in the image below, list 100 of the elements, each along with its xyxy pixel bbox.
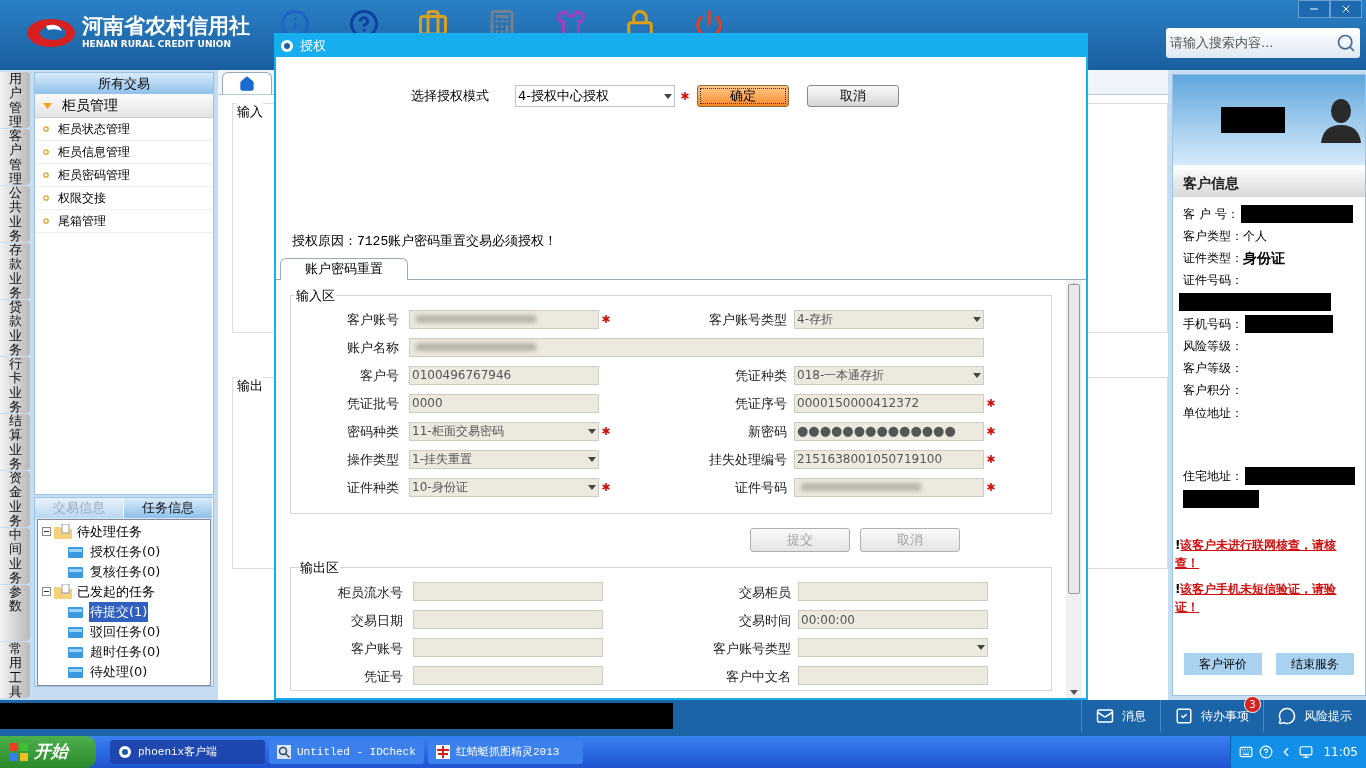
info-label: 客户类型： bbox=[1183, 228, 1243, 245]
nav-tab[interactable]: 行卡业务 bbox=[0, 357, 30, 413]
nav-tab[interactable]: 公共业务 bbox=[0, 186, 30, 242]
select-field[interactable]: 1-挂失重置 bbox=[409, 449, 599, 469]
tree-item[interactable]: 待处理任务 bbox=[77, 522, 142, 542]
close-icon bbox=[1340, 3, 1352, 15]
section-title: 输入区 bbox=[295, 286, 336, 305]
field-label: 操作类型 bbox=[347, 452, 399, 467]
form-tab[interactable]: 账户密码重置 bbox=[280, 257, 408, 280]
input-field[interactable] bbox=[798, 666, 988, 685]
input-field[interactable]: 0100496767946 bbox=[409, 365, 599, 385]
select-field[interactable]: 11-柜面交易密码 bbox=[409, 421, 599, 441]
warning-link[interactable]: !该客户未进行联网核查，请核查！ bbox=[1175, 536, 1359, 572]
caret-icon bbox=[973, 372, 981, 378]
input-field[interactable]: 00:00:00 bbox=[798, 610, 988, 629]
dragonfly-icon bbox=[436, 745, 450, 759]
input-field[interactable] bbox=[413, 638, 603, 657]
nav-tab[interactable]: 结算业务 bbox=[0, 414, 30, 470]
input-field[interactable] bbox=[413, 666, 603, 685]
taskbar-button[interactable]: Untitled - IDCheck bbox=[269, 740, 424, 764]
collapse-box-icon[interactable] bbox=[42, 587, 51, 597]
select-field[interactable]: 10-身份证 bbox=[409, 477, 599, 497]
field-label: 客户账号类型 bbox=[709, 312, 787, 327]
bullet-icon bbox=[43, 172, 49, 178]
caret-icon bbox=[588, 484, 596, 490]
keyboard-icon[interactable] bbox=[1239, 745, 1254, 759]
minimize-button[interactable] bbox=[1298, 0, 1330, 18]
redaction-bar bbox=[1221, 107, 1285, 133]
info-value: 个人 bbox=[1243, 228, 1267, 245]
home-tab[interactable] bbox=[222, 72, 272, 94]
field-label: 客户号 bbox=[360, 368, 399, 383]
panel-button[interactable]: 结束服务 bbox=[1276, 653, 1354, 675]
nav-tab[interactable]: 用户管理 bbox=[0, 72, 30, 128]
search-field[interactable]: 请输入搜索内容... bbox=[1166, 28, 1360, 58]
field-label: 证件种类 bbox=[347, 480, 399, 495]
tree-item[interactable]: 超时任务(0) bbox=[89, 642, 162, 662]
nav-tab[interactable]: 资金业务 bbox=[0, 471, 30, 527]
scrollbar[interactable] bbox=[1066, 279, 1082, 698]
menu-item[interactable]: 尾箱管理 bbox=[35, 210, 213, 233]
menu-item[interactable]: 柜员信息管理 bbox=[35, 141, 213, 164]
search-icon[interactable] bbox=[1336, 33, 1356, 53]
tree-item[interactable]: 驳回任务(0) bbox=[89, 622, 162, 642]
input-field[interactable]: 0000 bbox=[409, 393, 599, 413]
cancel-button[interactable]: 取消 bbox=[807, 85, 899, 107]
mail-icon bbox=[1096, 707, 1114, 725]
field-label: 选择授权模式 bbox=[411, 87, 490, 106]
panel-title: 客户信息 bbox=[1183, 173, 1239, 193]
input-field[interactable] bbox=[413, 610, 603, 629]
logo-subtitle: HENAN RURAL CREDIT UNION bbox=[82, 40, 232, 49]
magnifier-icon bbox=[277, 745, 291, 759]
warning-link[interactable]: !该客户手机未短信验证，请验证！ bbox=[1175, 580, 1359, 616]
nav-tab[interactable]: 中间业务 bbox=[0, 528, 30, 584]
blurred-field[interactable] bbox=[794, 477, 984, 497]
nav-tab[interactable]: 参数 bbox=[0, 585, 30, 641]
menu-item[interactable]: 权限交接 bbox=[35, 187, 213, 210]
folder-icon bbox=[68, 645, 83, 658]
field-label: 客户中文名 bbox=[726, 668, 791, 684]
password-field[interactable]: ●●●●●●●●●●●●●● bbox=[794, 421, 984, 441]
menu-item[interactable]: 柜员状态管理 bbox=[35, 118, 213, 141]
scroll-thumb[interactable] bbox=[1068, 283, 1080, 594]
mode-select[interactable]: 4-授权中心授权 bbox=[515, 85, 675, 107]
nav-tab[interactable]: 存款业务 bbox=[0, 243, 30, 299]
nav-tab[interactable]: 贷款业务 bbox=[0, 300, 30, 356]
confirm-button[interactable]: 确定 bbox=[697, 85, 789, 107]
info-label: 证件号码： bbox=[1183, 272, 1243, 289]
info-label: 证件类型： bbox=[1183, 250, 1243, 267]
home-icon bbox=[239, 75, 255, 92]
logo-icon bbox=[26, 17, 76, 48]
tree-item[interactable]: 待提交(1) bbox=[89, 602, 149, 622]
tree-item[interactable]: 已发起的任务 bbox=[77, 582, 155, 602]
taskbar-button[interactable]: 红蜻蜓抓图精灵2013 bbox=[428, 740, 583, 764]
folder-icon bbox=[54, 524, 72, 540]
input-field[interactable] bbox=[413, 582, 603, 601]
field-label: 密码种类 bbox=[347, 424, 399, 439]
blurred-field[interactable] bbox=[409, 309, 599, 329]
panel-tab[interactable]: 任务信息 bbox=[124, 498, 213, 518]
tree-item[interactable]: 待处理(0) bbox=[89, 662, 149, 682]
network-icon[interactable] bbox=[1299, 745, 1314, 759]
scroll-down-icon[interactable] bbox=[1070, 690, 1078, 695]
collapse-box-icon[interactable] bbox=[42, 527, 51, 537]
group-header[interactable]: 柜员管理 bbox=[35, 94, 213, 118]
select-field[interactable] bbox=[798, 638, 988, 657]
panel-button[interactable]: 客户评价 bbox=[1184, 653, 1262, 675]
field-label: 新密码 bbox=[748, 424, 787, 439]
tree-item[interactable]: 复核任务(0) bbox=[89, 562, 162, 582]
input-field[interactable] bbox=[798, 582, 988, 601]
menu-item[interactable]: 柜员密码管理 bbox=[35, 164, 213, 187]
close-button[interactable] bbox=[1330, 0, 1362, 18]
field-label: 凭证序号 bbox=[735, 396, 787, 411]
tree-item[interactable]: 授权任务(0) bbox=[89, 542, 162, 562]
blurred-field[interactable] bbox=[409, 337, 984, 357]
select-field[interactable]: 4-存折 bbox=[794, 309, 984, 329]
folder-icon bbox=[54, 584, 72, 600]
select-field[interactable]: 018-一本通存折 bbox=[794, 365, 984, 385]
nav-tab[interactable]: 常用工具 bbox=[0, 642, 30, 698]
info-label: 客户积分： bbox=[1183, 382, 1243, 399]
input-field[interactable]: 0000150000412372 bbox=[794, 393, 984, 413]
nav-tab[interactable]: 客户管理 bbox=[0, 129, 30, 185]
taskbar-button[interactable]: phoenix客户端 bbox=[110, 740, 265, 764]
input-field[interactable]: 2151638001050719100 bbox=[794, 449, 984, 469]
